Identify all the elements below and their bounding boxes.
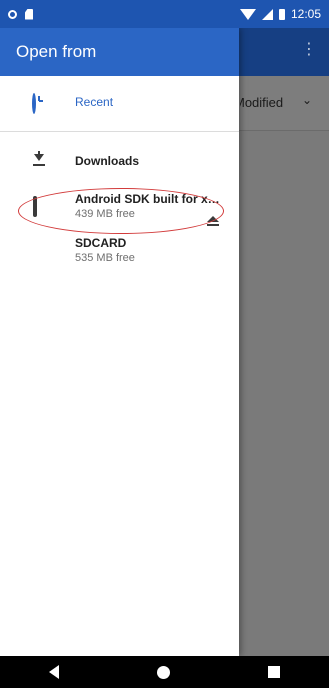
system-nav-bar — [0, 656, 329, 688]
drawer-item-downloads[interactable]: Downloads — [0, 139, 239, 183]
navigation-drawer: Open from Recent Downloads Android SDK b… — [0, 28, 239, 656]
drawer-item-label: Recent — [75, 95, 114, 109]
overflow-menu-icon[interactable]: ⋮ — [301, 42, 317, 58]
drawer-item-sdcard[interactable]: SDCARD 535 MB free — [0, 228, 239, 272]
drawer-item-label: Android SDK built for x… — [75, 192, 220, 206]
eject-icon[interactable] — [207, 216, 219, 228]
sdcard-notification-icon — [25, 8, 33, 20]
cell-signal-icon — [261, 8, 273, 20]
status-time: 12:05 — [290, 7, 321, 21]
sdcard-icon — [29, 240, 49, 260]
back-icon[interactable] — [49, 665, 59, 679]
phone-icon — [29, 196, 49, 217]
download-icon — [29, 151, 49, 171]
drawer-header: Open from — [0, 28, 239, 76]
recents-icon[interactable] — [268, 666, 280, 678]
drawer-item-subtitle: 535 MB free — [75, 252, 135, 264]
drawer-item-label: SDCARD — [75, 236, 127, 250]
wifi-icon — [239, 8, 256, 20]
drawer-item-device-storage[interactable]: Android SDK built for x… 439 MB free — [0, 184, 239, 228]
battery-icon — [278, 8, 285, 20]
drawer-item-subtitle: 439 MB free — [75, 208, 135, 220]
drawer-divider — [0, 131, 239, 132]
chevron-down-icon[interactable]: ⌄ — [302, 93, 312, 107]
notification-circle-icon — [8, 9, 17, 19]
drawer-item-recent[interactable]: Recent — [0, 80, 239, 124]
drawer-title: Open from — [16, 42, 97, 61]
drawer-item-label: Downloads — [75, 154, 140, 168]
sort-label[interactable]: Modified — [240, 95, 300, 110]
status-bar: 12:05 — [0, 0, 329, 28]
home-icon[interactable] — [157, 665, 170, 679]
clock-icon — [29, 92, 49, 114]
